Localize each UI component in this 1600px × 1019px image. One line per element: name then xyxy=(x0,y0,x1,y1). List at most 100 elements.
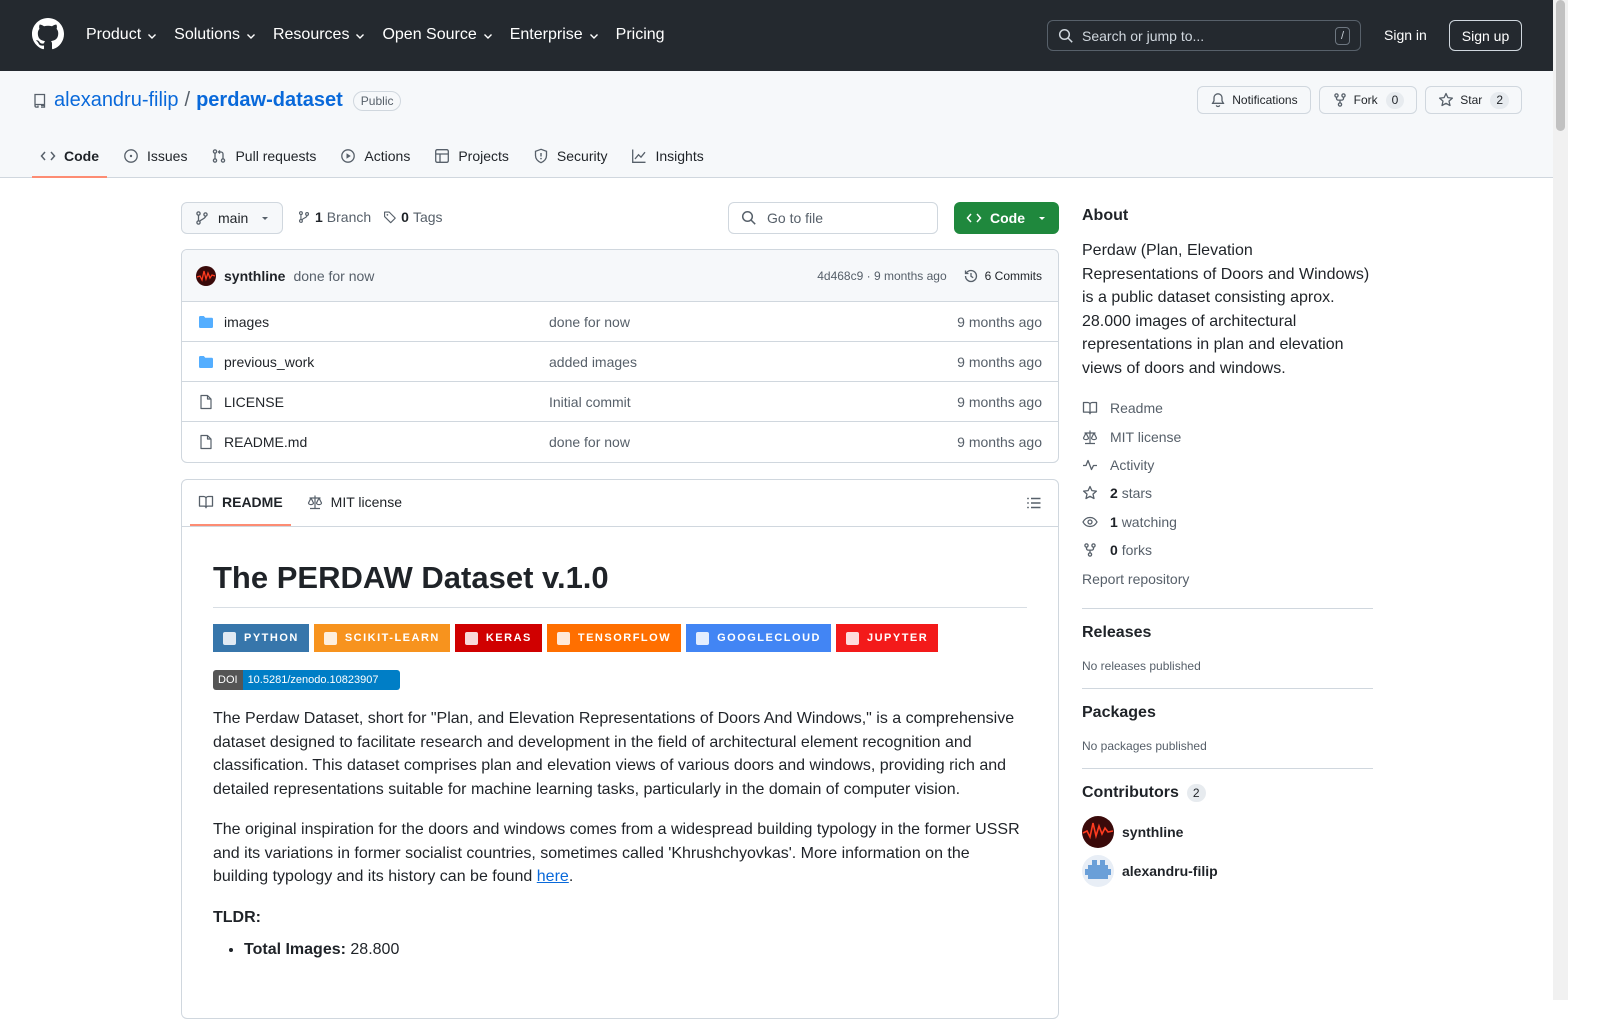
badge-label: JUPYTER xyxy=(866,632,929,644)
googlecloud-badge[interactable]: GOOGLECLOUD xyxy=(686,624,831,652)
tldr-list: Total Images: 28.800 xyxy=(213,941,1027,959)
fork-icon xyxy=(1084,543,1096,557)
packages-heading[interactable]: Packages xyxy=(1082,704,1373,722)
file-name-link[interactable]: images xyxy=(224,314,549,330)
avatar[interactable] xyxy=(196,265,216,286)
repo-owner-link[interactable]: alexandru-filip xyxy=(54,89,179,112)
nav-product[interactable]: Product xyxy=(86,22,158,48)
nav-pricing[interactable]: Pricing xyxy=(616,22,665,48)
nav-enterprise[interactable]: Enterprise xyxy=(510,22,600,48)
contributor-name: alexandru-filip xyxy=(1122,862,1218,879)
book-icon xyxy=(198,495,214,509)
file-commit-message[interactable]: done for now xyxy=(549,314,957,330)
file-name-link[interactable]: previous_work xyxy=(224,354,549,370)
file-row[interactable]: previous_work added images 9 months ago xyxy=(182,342,1058,382)
law-scale-icon xyxy=(1082,430,1098,444)
list-outline-icon[interactable] xyxy=(1026,495,1042,511)
star-icon xyxy=(1082,486,1098,500)
star-button[interactable]: Star 2 xyxy=(1425,86,1522,114)
branches-link[interactable]: 1 Branch xyxy=(297,209,371,225)
file-name-link[interactable]: README.md xyxy=(224,434,549,450)
branch-name: main xyxy=(218,210,249,226)
file-commit-message[interactable]: added images xyxy=(549,354,957,370)
nav-label: Pricing xyxy=(615,26,665,43)
tab-security[interactable]: Security xyxy=(525,135,616,178)
tags-link[interactable]: 0 Tags xyxy=(383,209,443,225)
search-input[interactable]: Search or jump to... / xyxy=(1047,20,1361,51)
commit-hash-time[interactable]: 4d468c9 · 9 months ago xyxy=(817,269,946,283)
file-commit-message[interactable]: done for now xyxy=(549,434,957,450)
star-icon xyxy=(1439,92,1454,107)
go-to-file-input[interactable]: Go to file xyxy=(728,202,938,234)
nav-open-source[interactable]: Open Source xyxy=(382,22,493,48)
tab-projects[interactable]: Projects xyxy=(426,135,517,178)
commit-author-link[interactable]: synthline xyxy=(224,268,285,284)
forks-count: 0 xyxy=(1110,542,1118,559)
readme-link[interactable]: Readme xyxy=(1082,394,1373,422)
repo-title: alexandru-filip / perdaw-dataset Public xyxy=(32,89,402,112)
watchers-link[interactable]: 1 watching xyxy=(1082,508,1373,536)
license-link[interactable]: MIT license xyxy=(1082,422,1373,450)
sign-in-link[interactable]: Sign in xyxy=(1384,27,1427,43)
doi-badge[interactable]: DOI 10.5281/zenodo.10823907 xyxy=(213,670,400,690)
paragraph-text: The original inspiration for the doors a… xyxy=(213,821,1020,885)
tab-label: MIT license xyxy=(330,494,402,510)
about-links: Readme MIT license Activity 2 stars 1 wa… xyxy=(1082,394,1373,593)
file-row[interactable]: LICENSE Initial commit 9 months ago xyxy=(182,382,1058,422)
repo-name-link[interactable]: perdaw-dataset xyxy=(196,89,343,112)
contributor-item[interactable]: synthline xyxy=(1082,815,1373,848)
watching-count: 1 xyxy=(1110,513,1118,530)
list-item-value: 28.800 xyxy=(345,940,400,958)
releases-heading[interactable]: Releases xyxy=(1082,624,1373,642)
tab-readme[interactable]: README xyxy=(190,480,291,526)
branch-selector[interactable]: main xyxy=(181,202,283,234)
top-nav: Product Solutions Resources Open Source … xyxy=(86,22,665,48)
tab-actions[interactable]: Actions xyxy=(332,135,418,178)
report-repository-link[interactable]: Report repository xyxy=(1082,564,1373,592)
shield-icon xyxy=(534,148,548,163)
badge-label: KERAS xyxy=(485,632,532,644)
code-dropdown-button[interactable]: Code xyxy=(954,202,1059,234)
caret-down-icon xyxy=(1039,217,1045,220)
eye-icon xyxy=(1082,516,1098,527)
tab-license[interactable]: MIT license xyxy=(299,480,410,526)
github-logo-icon[interactable] xyxy=(32,18,64,50)
tab-code[interactable]: Code xyxy=(32,135,107,178)
python-badge[interactable]: PYTHON xyxy=(213,624,309,652)
scikit-learn-badge[interactable]: SCIKIT-LEARN xyxy=(313,624,450,652)
tab-label: README xyxy=(222,494,283,510)
notifications-button[interactable]: Notifications xyxy=(1197,86,1311,114)
tab-issues[interactable]: Issues xyxy=(115,135,195,178)
here-link[interactable]: here xyxy=(537,868,569,885)
forks-link[interactable]: 0 forks xyxy=(1082,536,1373,564)
commit-message-link[interactable]: done for now xyxy=(293,268,374,284)
file-row[interactable]: images done for now 9 months ago xyxy=(182,302,1058,342)
jupyter-badge[interactable]: JUPYTER xyxy=(835,624,939,652)
watching-label: watching xyxy=(1121,513,1177,530)
divider xyxy=(1082,687,1373,689)
nav-resources[interactable]: Resources xyxy=(273,22,366,48)
keras-badge[interactable]: KERAS xyxy=(454,624,542,652)
commits-history-link[interactable]: 6 Commits xyxy=(963,268,1042,284)
file-row[interactable]: README.md done for now 9 months ago xyxy=(182,422,1058,462)
contributor-item[interactable]: alexandru-filip xyxy=(1082,854,1373,887)
tensorflow-badge[interactable]: TENSORFLOW xyxy=(546,624,682,652)
code-icon xyxy=(40,151,56,160)
stars-link[interactable]: 2 stars xyxy=(1082,479,1373,507)
file-commit-message[interactable]: Initial commit xyxy=(549,394,957,410)
tab-insights[interactable]: Insights xyxy=(623,135,711,178)
sign-up-button[interactable]: Sign up xyxy=(1449,20,1522,51)
activity-link[interactable]: Activity xyxy=(1082,451,1373,479)
book-icon xyxy=(1082,402,1098,415)
file-name-link[interactable]: LICENSE xyxy=(224,394,549,410)
tab-pull-requests[interactable]: Pull requests xyxy=(203,135,324,178)
contributors-heading[interactable]: Contributors xyxy=(1082,784,1179,802)
nav-label: Resources xyxy=(272,26,350,43)
page-scrollbar[interactable] xyxy=(1553,0,1568,1000)
keras-icon xyxy=(464,631,478,645)
fork-button[interactable]: Fork 0 xyxy=(1318,86,1418,114)
nav-solutions[interactable]: Solutions xyxy=(174,22,257,48)
scrollbar-thumb[interactable] xyxy=(1556,0,1565,131)
folder-icon xyxy=(198,314,216,330)
badge-label: TENSORFLOW xyxy=(577,632,672,644)
